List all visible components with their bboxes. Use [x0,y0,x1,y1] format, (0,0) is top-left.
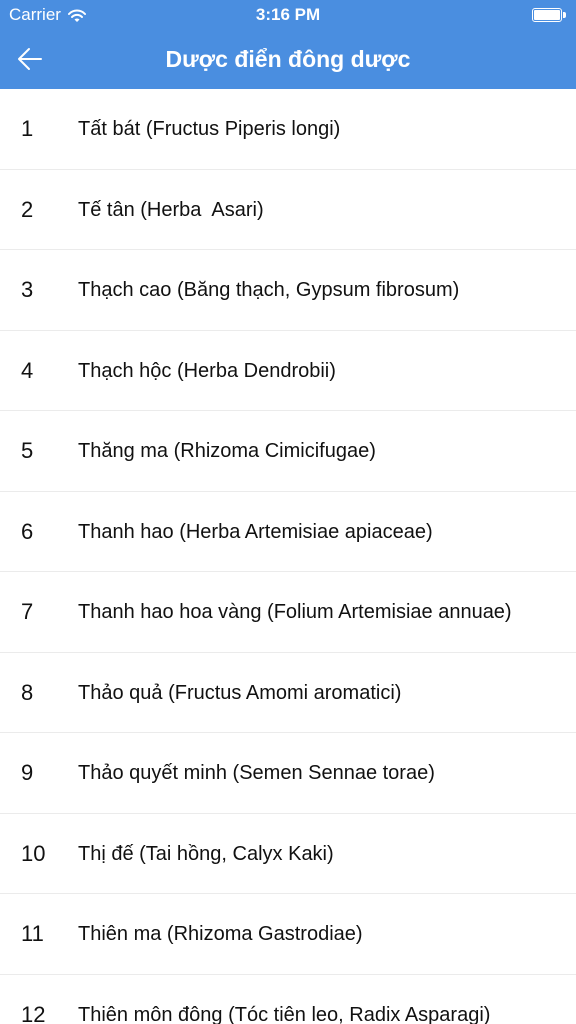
nav-bar: Dược điển đông dược [0,30,576,89]
battery-icon [532,8,566,22]
item-name: Thanh hao hoa vàng (Folium Artemisiae an… [78,601,512,623]
list-item[interactable]: 5 Thăng ma (Rhizoma Cimicifugae) [0,411,576,492]
herb-list[interactable]: 1 Tất bát (Fructus Piperis longi) 2 Tế tân … [0,89,576,1024]
item-index: 7 [21,599,34,624]
status-time: 3:16 PM [255,5,321,24]
item-index: 4 [21,357,34,383]
item-name: Thạch cao (Băng thạch, Gypsum fibrosum) [78,279,460,301]
item-index: 8 [21,679,34,705]
item-name: Thiên ma (Rhizoma Gastrodiae) [78,923,363,945]
item-name: Thăng ma (Rhizoma Cimicifugae) [78,440,376,462]
list-item[interactable]: 7 Thanh hao hoa vàng (Folium Artemisiae a… [0,572,576,653]
item-name: Thiên môn đông (Tóc tiên leo, Radix Aspa… [78,1003,491,1024]
list-item[interactable]: 4 Thạch hộc (Herba Dendrobii) [0,331,576,411]
list-item[interactable]: 6 Thanh hao (Herba Artemisiae apiaceae) [0,492,576,572]
header: Carrier 3:16 PM Dược điển đông dược [0,0,576,89]
item-name: Thạch hộc (Herba Dendrobii) [78,359,336,382]
item-index: 1 [21,116,34,141]
item-name: Thị đế (Tai hồng, Calyx Kaki) [78,842,334,865]
list-item[interactable]: 9 Thảo quyết minh (Semen Sennae torae) [0,733,576,814]
list-item[interactable]: 12 Thiên môn đông (Tóc tiên leo, Radix As… [0,975,576,1024]
item-name: Tất bát (Fructus Piperis longi) [78,118,341,140]
item-index: 11 [21,921,44,946]
arrow-left-icon [10,40,50,80]
list-item[interactable]: 3 Thạch cao (Băng thạch, Gypsum fibrosum) [0,250,576,331]
list-item[interactable]: 8 Thảo quả (Fructus Amomi aromatici) [0,653,576,733]
item-name: Thanh hao (Herba Artemisiae apiaceae) [78,520,433,543]
item-index: 6 [21,518,34,544]
page-title: Dược điển đông dược [165,46,411,72]
item-index: 10 [21,840,46,866]
back-button[interactable] [10,40,50,80]
item-name: Thảo quyết minh (Semen Sennae torae) [78,762,435,784]
item-name: Thảo quả (Fructus Amomi aromatici) [78,681,402,704]
list-item[interactable]: 10 Thị đế (Tai hồng, Calyx Kaki) [0,814,576,894]
item-index: 9 [21,760,34,785]
app-screen: Carrier 3:16 PM Dược điển đông dược 1 Tấ… [0,0,576,1024]
item-index: 12 [21,1001,46,1024]
list-item[interactable]: 11 Thiên ma (Rhizoma Gastrodiae) [0,894,576,975]
list-item[interactable]: 1 Tất bát (Fructus Piperis longi) [0,89,576,170]
item-name: Tế tân (Herba Asari) [78,198,264,221]
list-item[interactable]: 2 Tế tân (Herba Asari) [0,170,576,250]
item-index: 3 [21,277,34,302]
item-index: 5 [21,438,34,463]
status-bar: Carrier 3:16 PM [0,0,576,30]
item-index: 2 [21,196,34,222]
